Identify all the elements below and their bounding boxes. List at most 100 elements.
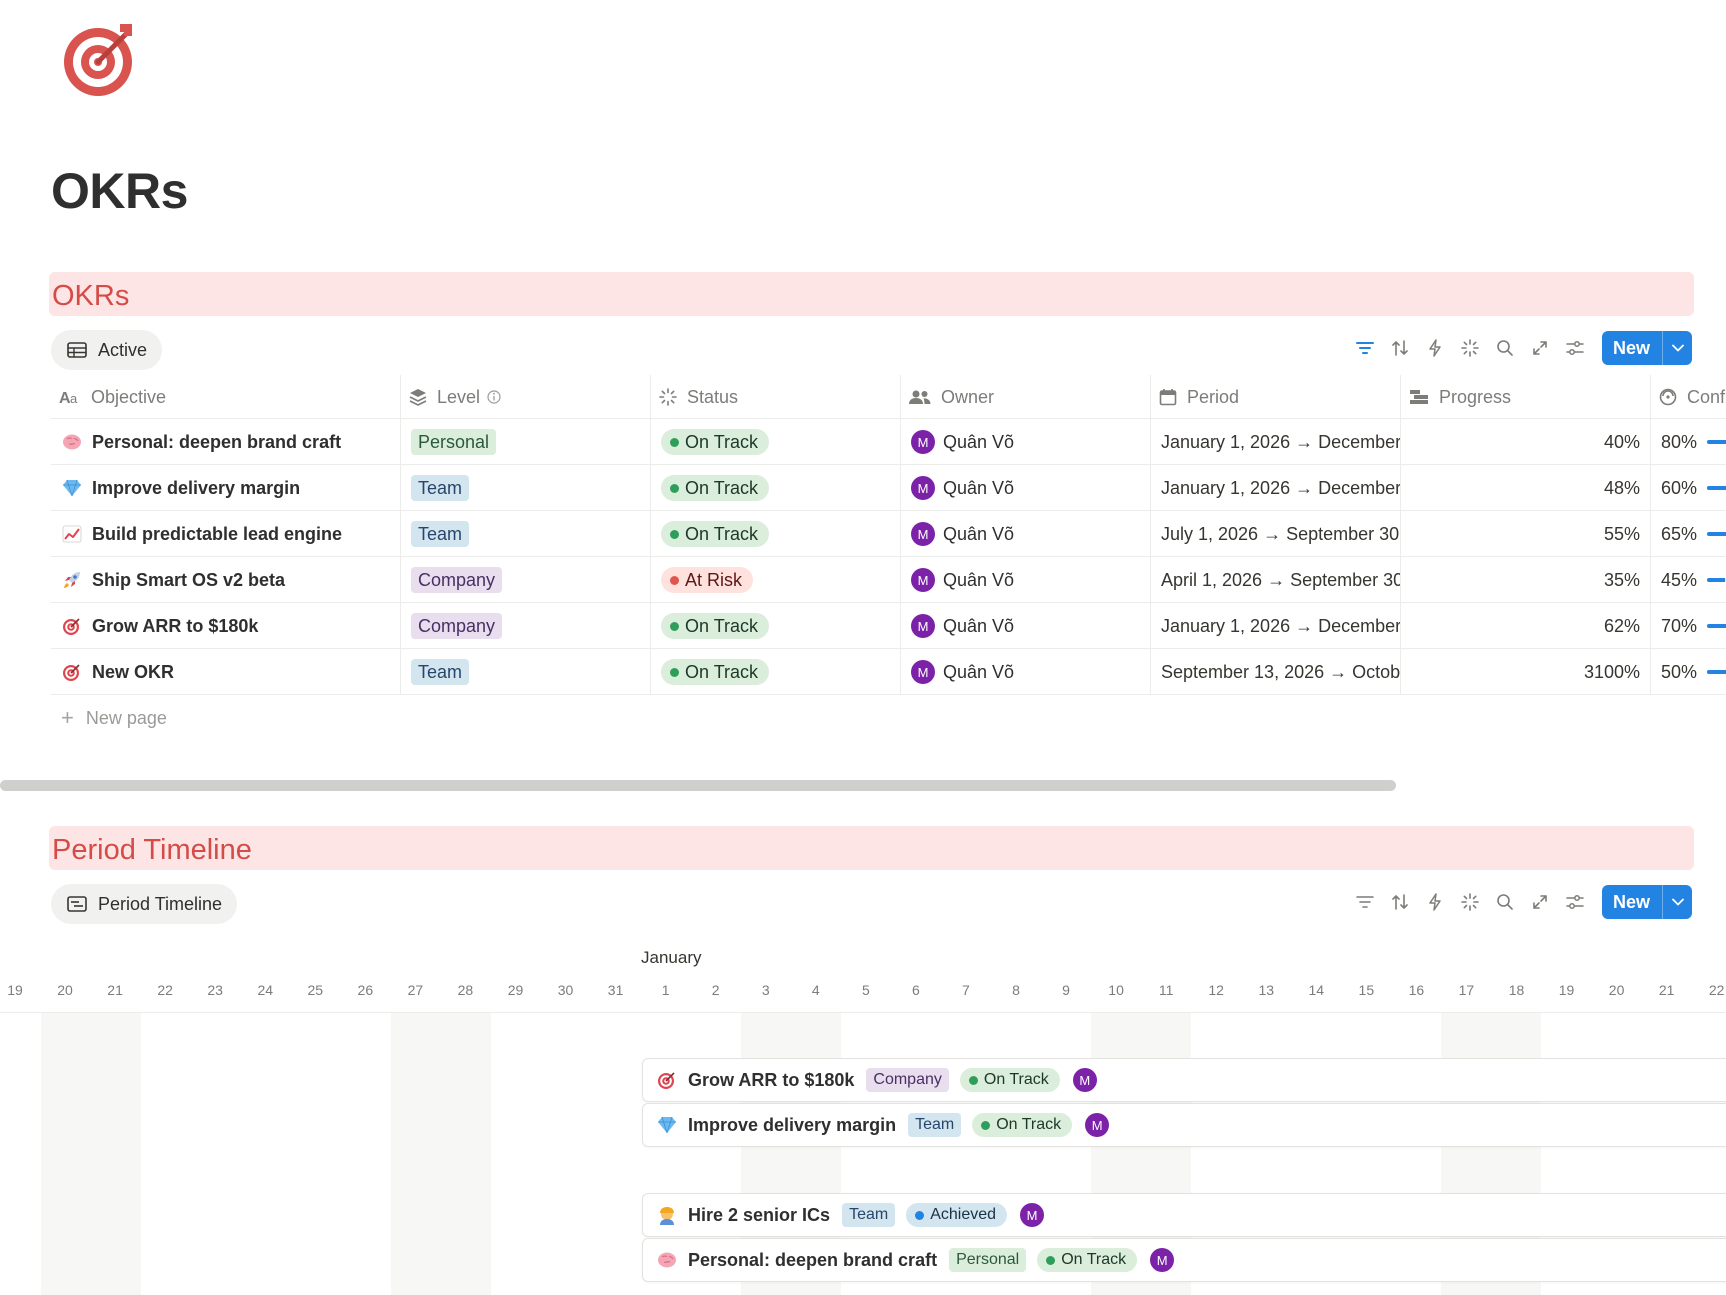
timeline-item[interactable]: Personal: deepen brand craft Personal On T… [642,1238,1726,1282]
period-cell[interactable]: January 1, 2026 → December 31 [1151,419,1401,465]
confidence-cell[interactable]: 45% [1651,557,1726,603]
status-label: On Track [685,523,759,544]
column-header-period[interactable]: Period [1151,375,1401,419]
timeline-item[interactable]: Improve delivery margin Team On Track M [642,1103,1726,1147]
status-cell[interactable]: On Track [651,511,901,557]
status-dot [1046,1255,1056,1265]
column-header-confidence[interactable]: Conf [1651,375,1726,419]
search-icon[interactable] [1488,331,1523,365]
new-button[interactable]: New [1601,331,1692,365]
objective-cell[interactable]: Improve delivery margin [51,465,401,511]
objective-cell[interactable]: New OKR [51,649,401,695]
avatar: M [1072,1068,1097,1092]
progress-cell[interactable]: 55% [1401,511,1651,557]
progress-cell[interactable]: 40% [1401,419,1651,465]
lightning-icon[interactable] [1418,885,1453,919]
objective-cell[interactable]: Grow ARR to $180k [51,603,401,649]
table-row[interactable]: Grow ARR to $180k Company On Track M Quân Võ… [51,603,1726,649]
confidence-cell[interactable]: 65% [1651,511,1726,557]
settings-icon[interactable] [1558,885,1593,919]
progress-cell[interactable]: 48% [1401,465,1651,511]
sparkle-icon[interactable] [1453,331,1488,365]
timeline-item[interactable]: Hire 2 senior ICs Team Achieved M [642,1193,1726,1237]
status-cell[interactable]: On Track [651,649,901,695]
view-tab-period-timeline[interactable]: Period Timeline [51,884,238,924]
column-label: Objective [91,386,167,407]
avatar: M [911,476,935,500]
level-cell[interactable]: Company [401,557,651,603]
confidence-cell[interactable]: 70% [1651,603,1726,649]
period-cell[interactable]: April 1, 2026 → September 30, 2026 [1151,557,1401,603]
column-header-status[interactable]: Status [651,375,901,419]
objective-title: Build predictable lead engine [92,523,343,544]
table-row[interactable]: Build predictable lead engine Team On Trac… [51,511,1726,557]
status-cell[interactable]: On Track [651,465,901,511]
filter-icon[interactable] [1348,331,1383,365]
filter-icon[interactable] [1348,885,1383,919]
horizontal-scrollbar[interactable] [0,780,1396,791]
objective-cell[interactable]: Personal: deepen brand craft [51,419,401,465]
sort-icon[interactable] [1383,331,1418,365]
lightning-icon[interactable] [1418,331,1453,365]
confidence-cell[interactable]: 60% [1651,465,1726,511]
status-cell[interactable]: On Track [651,603,901,649]
period-cell[interactable]: January 1, 2026 → December 31 [1151,603,1401,649]
expand-icon[interactable] [1523,331,1558,365]
level-cell[interactable]: Team [401,465,651,511]
level-cell[interactable]: Team [401,649,651,695]
owner-cell[interactable]: M Quân Võ [901,603,1151,649]
table-row[interactable]: Improve delivery margin Team On Track M Quân… [51,465,1726,511]
table-row[interactable]: Personal: deepen brand craft Personal On T… [51,419,1726,465]
timeline-item[interactable]: Grow ARR to $180k Company On Track M [642,1058,1726,1102]
timeline-day-label: 10 [1108,982,1124,998]
level-cell[interactable]: Team [401,511,651,557]
owner-cell[interactable]: M Quân Võ [901,465,1151,511]
chevron-down-icon[interactable] [1662,885,1692,919]
new-button[interactable]: New [1601,885,1692,919]
period-cell[interactable]: September 13, 2026 → October [1151,649,1401,695]
owner-cell[interactable]: M Quân Võ [901,511,1151,557]
target-icon[interactable] [58,18,142,102]
column-header-owner[interactable]: Owner [901,375,1151,419]
confidence-cell[interactable]: 80% [1651,419,1726,465]
sort-icon[interactable] [1383,885,1418,919]
owner-cell[interactable]: M Quân Võ [901,557,1151,603]
owner-cell[interactable]: M Quân Võ [901,649,1151,695]
view-tab-active[interactable]: Active [51,330,163,370]
confidence-bar [1707,624,1726,628]
avatar: M [1085,1113,1110,1137]
gem-icon [656,1114,678,1136]
table-row[interactable]: New OKR Team On Track M Quân Võ September 13,… [51,649,1726,695]
timeline-day-label: 19 [7,982,23,998]
objective-cell[interactable]: Build predictable lead engine [51,511,401,557]
timeline-day-label: 6 [911,982,920,998]
status-label: On Track [996,1116,1062,1133]
column-header-progress[interactable]: Progress [1401,375,1651,419]
confidence-label: 60% [1661,477,1698,498]
sparkle-icon[interactable] [1453,885,1488,919]
progress-cell[interactable]: 62% [1401,603,1651,649]
column-header-objective[interactable]: Aa Objective [51,375,401,419]
status-cell[interactable]: On Track [651,419,901,465]
table-row[interactable]: Ship Smart OS v2 beta Company At Risk M Quân… [51,557,1726,603]
plus-icon: + [61,705,74,730]
objective-cell[interactable]: Ship Smart OS v2 beta [51,557,401,603]
column-label: Level [437,386,481,407]
new-page-button[interactable]: + New page [51,695,1726,741]
expand-icon[interactable] [1523,885,1558,919]
chevron-down-icon[interactable] [1662,331,1692,365]
period-cell[interactable]: July 1, 2026 → September 30, 2026 [1151,511,1401,557]
settings-icon[interactable] [1558,331,1593,365]
confidence-cell[interactable]: 50% [1651,649,1726,695]
owner-name: Quân Võ [943,615,1015,636]
owner-name: Quân Võ [943,569,1015,590]
column-header-level[interactable]: Level [401,375,651,419]
progress-cell[interactable]: 35% [1401,557,1651,603]
period-cell[interactable]: January 1, 2026 → December 31 [1151,465,1401,511]
owner-cell[interactable]: M Quân Võ [901,419,1151,465]
progress-cell[interactable]: 3100% [1401,649,1651,695]
search-icon[interactable] [1488,885,1523,919]
level-cell[interactable]: Personal [401,419,651,465]
status-cell[interactable]: At Risk [651,557,901,603]
level-cell[interactable]: Company [401,603,651,649]
